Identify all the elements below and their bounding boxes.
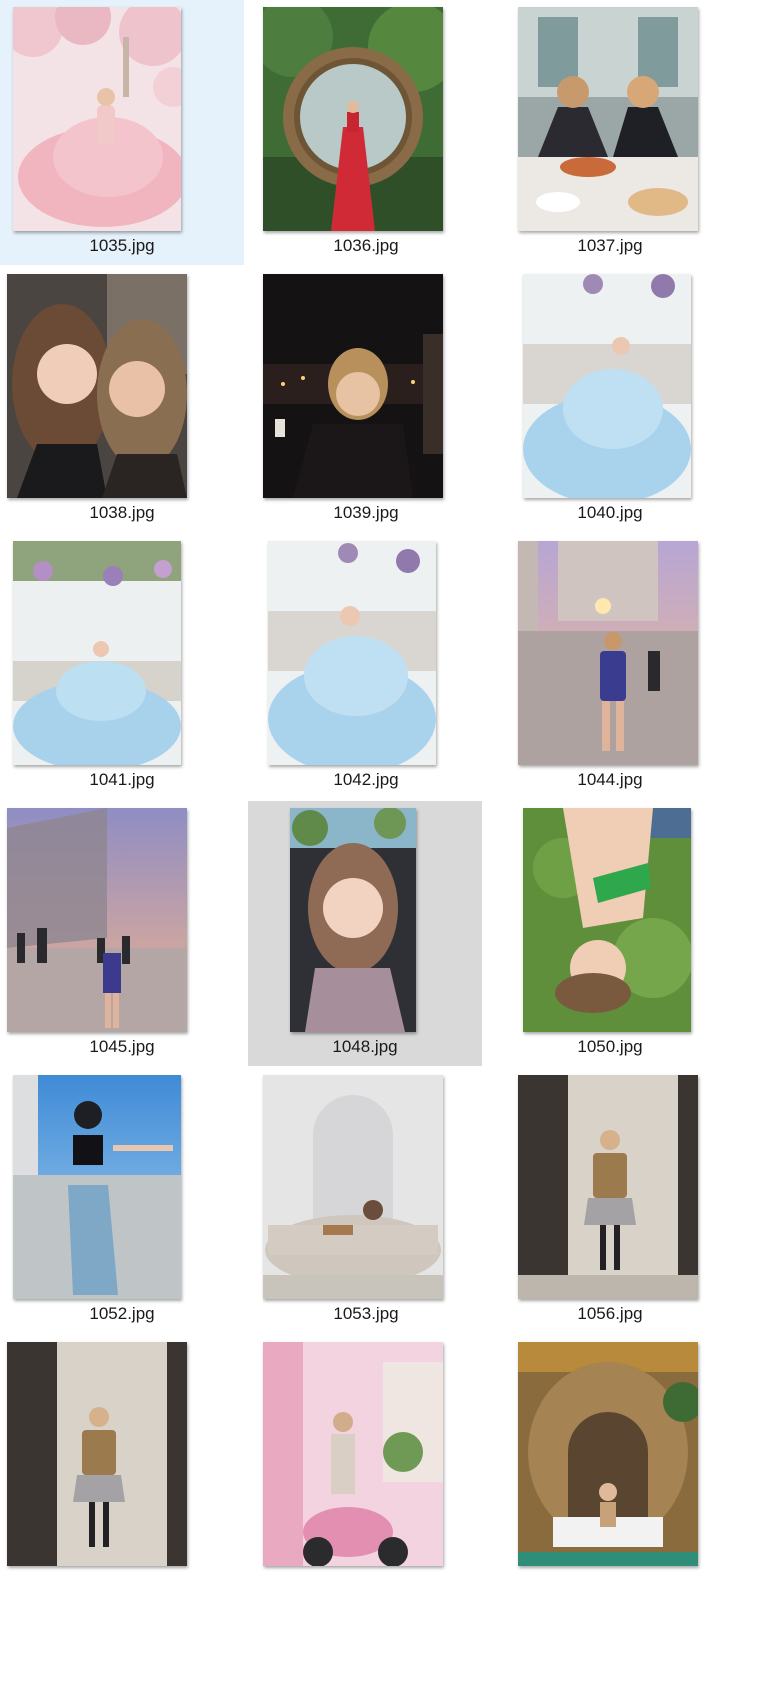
file-item-1038[interactable]: 1038.jpg [0, 267, 244, 532]
thumbnail-1048[interactable] [290, 808, 416, 1032]
thumbnail-1042[interactable] [268, 541, 436, 765]
file-item-1036[interactable]: 1036.jpg [244, 0, 488, 265]
file-item-1056[interactable]: 1056.jpg [488, 1068, 732, 1333]
thumbnail-1044[interactable] [518, 541, 698, 765]
file-name-1045[interactable]: 1045.jpg [0, 1037, 244, 1057]
file-name-1039[interactable]: 1039.jpg [244, 503, 488, 523]
thumbnail-row6-3[interactable] [518, 1342, 698, 1566]
thumbnail-1037[interactable] [518, 7, 698, 231]
thumbnail-1041[interactable] [13, 541, 181, 765]
file-item-1050[interactable]: 1050.jpg [488, 801, 732, 1066]
file-name-1050[interactable]: 1050.jpg [488, 1037, 732, 1057]
thumbnail-row6-1[interactable] [7, 1342, 187, 1566]
file-grid: 1035.jpg 1036.jpg 1037.jpg 1038.jpg 1039… [0, 0, 762, 1701]
thumbnail-row6-2[interactable] [263, 1342, 443, 1566]
file-item-1045[interactable]: 1045.jpg [0, 801, 244, 1066]
file-name-1048[interactable]: 1048.jpg [248, 1037, 482, 1057]
file-name-1040[interactable]: 1040.jpg [488, 503, 732, 523]
file-item-row6-3[interactable] [488, 1335, 732, 1701]
file-item-1052[interactable]: 1052.jpg [0, 1068, 244, 1333]
file-item-1040[interactable]: 1040.jpg [488, 267, 732, 532]
thumbnail-1036[interactable] [263, 7, 443, 231]
file-item-1039[interactable]: 1039.jpg [244, 267, 488, 532]
thumbnail-1039[interactable] [263, 274, 443, 498]
file-item-row6-1[interactable] [0, 1335, 244, 1701]
thumbnail-1045[interactable] [7, 808, 187, 1032]
file-name-1037[interactable]: 1037.jpg [488, 236, 732, 256]
file-item-1048[interactable]: 1048.jpg [248, 801, 482, 1066]
file-name-1053[interactable]: 1053.jpg [244, 1304, 488, 1324]
file-item-1044[interactable]: 1044.jpg [488, 534, 732, 799]
file-name-1056[interactable]: 1056.jpg [488, 1304, 732, 1324]
file-item-1041[interactable]: 1041.jpg [0, 534, 244, 799]
file-item-1035[interactable]: 1035.jpg [0, 0, 244, 265]
file-item-1037[interactable]: 1037.jpg [488, 0, 732, 265]
file-name-1041[interactable]: 1041.jpg [0, 770, 244, 790]
thumbnail-1053[interactable] [263, 1075, 443, 1299]
file-name-1038[interactable]: 1038.jpg [0, 503, 244, 523]
file-name-1044[interactable]: 1044.jpg [488, 770, 732, 790]
file-item-row6-2[interactable] [244, 1335, 488, 1701]
file-name-1035[interactable]: 1035.jpg [0, 236, 244, 256]
file-item-1042[interactable]: 1042.jpg [244, 534, 488, 799]
thumbnail-1035[interactable] [13, 7, 181, 231]
file-name-1042[interactable]: 1042.jpg [244, 770, 488, 790]
thumbnail-1040[interactable] [523, 274, 691, 498]
thumbnail-1052[interactable] [13, 1075, 181, 1299]
thumbnail-1050[interactable] [523, 808, 691, 1032]
file-name-1036[interactable]: 1036.jpg [244, 236, 488, 256]
thumbnail-1056[interactable] [518, 1075, 698, 1299]
file-name-1052[interactable]: 1052.jpg [0, 1304, 244, 1324]
thumbnail-1038[interactable] [7, 274, 187, 498]
file-item-1053[interactable]: 1053.jpg [244, 1068, 488, 1333]
